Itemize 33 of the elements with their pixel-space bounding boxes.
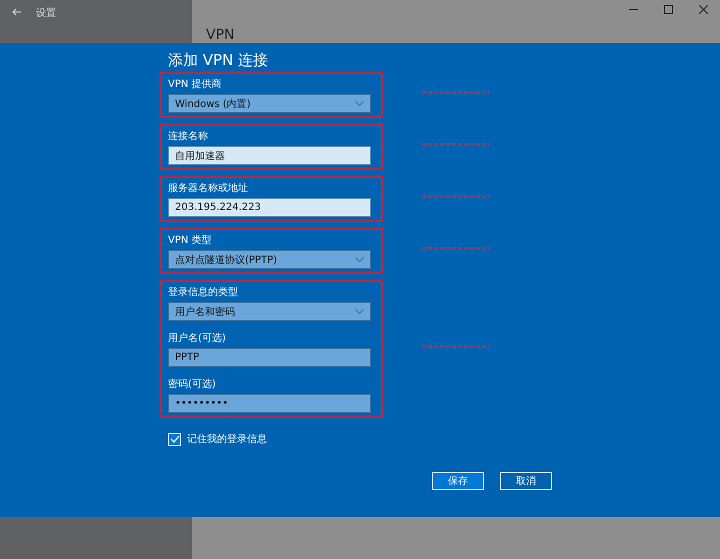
dropdown[interactable]: 点对点隧道协议(PPTP) xyxy=(168,250,371,269)
annotation-scribble xyxy=(421,194,491,198)
field-label: 密码(可选) xyxy=(168,378,217,391)
checkbox-label: 记住我的登录信息 xyxy=(187,432,267,446)
field-label: VPN 提供商 xyxy=(168,78,223,91)
window-title: 设置 xyxy=(36,6,56,20)
field-label: VPN 类型 xyxy=(168,234,213,247)
chevron-icon xyxy=(355,101,364,106)
annotation-scribble xyxy=(421,90,491,94)
dropdown[interactable]: Windows (内置) xyxy=(168,94,371,113)
dropdown[interactable]: 用户名和密码 xyxy=(168,302,371,321)
field-label: 连接名称 xyxy=(168,130,209,143)
annotation-scribble xyxy=(421,344,491,348)
input-field[interactable]: PPTP xyxy=(168,348,371,367)
chevron-icon xyxy=(355,309,364,314)
field-label: 用户名(可选) xyxy=(168,332,227,345)
input-field[interactable]: 203.195.224.223 xyxy=(168,198,371,217)
annotation-scribble xyxy=(421,142,491,146)
maximize-icon[interactable] xyxy=(664,5,673,14)
annotation-scribble xyxy=(421,246,491,250)
checkmark-icon xyxy=(170,435,180,443)
field-label: 服务器名称或地址 xyxy=(168,182,249,195)
checkbox[interactable] xyxy=(168,432,181,446)
page-heading: VPN xyxy=(206,27,234,43)
close-icon[interactable] xyxy=(699,5,708,14)
save-button[interactable]: 保存 xyxy=(432,472,484,490)
chevron-icon xyxy=(355,257,364,262)
cancel-button[interactable]: 取消 xyxy=(500,472,552,490)
input-field[interactable]: 自用加速器 xyxy=(168,146,371,165)
back-arrow-icon[interactable] xyxy=(12,8,22,16)
field-label: 登录信息的类型 xyxy=(168,286,239,299)
dialog-title: 添加 VPN 连接 xyxy=(167,51,270,70)
input-field[interactable]: ••••••••• xyxy=(168,394,371,413)
